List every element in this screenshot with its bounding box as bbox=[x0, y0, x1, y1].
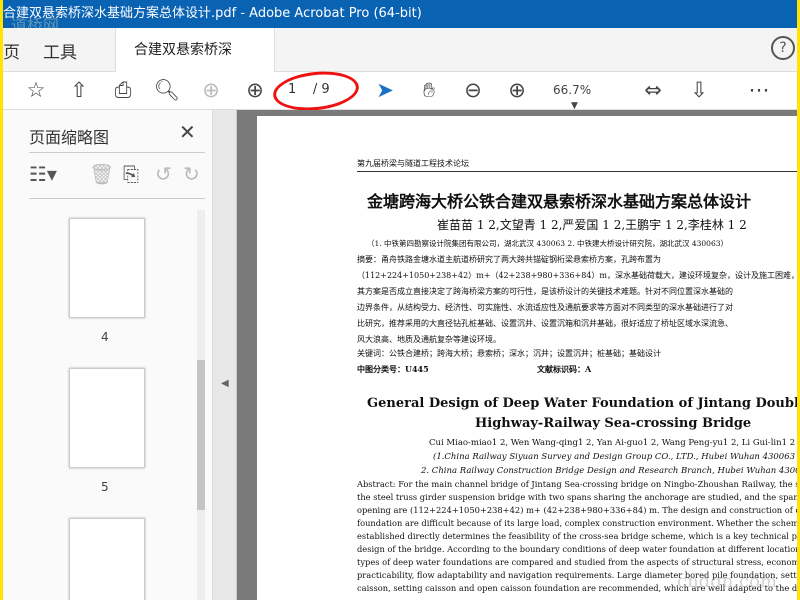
more-icon[interactable]: ⋯ bbox=[745, 78, 773, 102]
zoom-in-icon[interactable]: ⊕ bbox=[503, 78, 531, 102]
rotate-ccw-icon[interactable]: ↺ bbox=[155, 162, 172, 186]
zoom-out-icon[interactable]: ⊖ bbox=[459, 78, 487, 102]
abstract-line: established directly determines the feas… bbox=[357, 531, 797, 541]
abstract-line: types of deep water foundations are comp… bbox=[357, 557, 797, 567]
prev-page-icon[interactable]: ⊕ bbox=[197, 78, 225, 102]
title-en-line: Highway-Railway Sea-crossing Bridge bbox=[475, 416, 752, 431]
select-cursor-icon[interactable]: ➤ bbox=[371, 78, 399, 102]
clc-number: 中图分类号：U445 bbox=[357, 364, 429, 374]
toolbar: ☆ ⇧ ⎙ 🔍︎ ⊕ ⊕ 1 / 9 ➤ ✋︎ ⊖ ⊕ 66.7% ▼ ⇔ ⇩ … bbox=[3, 67, 797, 115]
star-icon[interactable]: ☆ bbox=[22, 78, 50, 102]
divider bbox=[29, 198, 205, 199]
page-thumbnail[interactable] bbox=[69, 518, 145, 600]
zoom-value: 66.7% bbox=[553, 83, 592, 97]
abstract-cn: 摘要：甬舟铁路金塘水道主航道桥研究了两大跨共锚碇钢桁梁悬索桥方案，孔跨布置为 （1… bbox=[357, 252, 797, 348]
divider bbox=[29, 152, 205, 153]
abstract-line: Abstract: For the main channel bridge of… bbox=[357, 479, 797, 489]
authors-cn: 崔苗苗 1 2,文望青 1 2,严爱国 1 2,王鹏宇 1 2,李桂林 1 2 bbox=[437, 218, 747, 232]
close-panel-icon[interactable]: ✕ bbox=[179, 120, 196, 144]
zoom-select[interactable]: 66.7% ▼ bbox=[553, 83, 613, 112]
affiliation-en: 2. China Railway Construction Bridge Des… bbox=[421, 466, 797, 476]
abstract-line: （112+224+1050+238+42）m+（42+238+980+336+8… bbox=[357, 271, 797, 280]
panel-scrollbar[interactable] bbox=[197, 210, 205, 600]
tab-tools[interactable]: 工具 bbox=[43, 38, 77, 63]
title-en-line: General Design of Deep Water Foundation … bbox=[367, 396, 797, 411]
pdf-page: 第九届桥梁与隧道工程技术论坛 金塘跨海大桥公铁合建双悬索桥深水基础方案总体设计 … bbox=[257, 116, 797, 600]
thumbnail-label: 4 bbox=[101, 330, 109, 344]
page-thumbnail[interactable] bbox=[69, 368, 145, 468]
abstract-line: 摘要：甬舟铁路金塘水道主航道桥研究了两大跨共锚碇钢桁梁悬索桥方案，孔跨布置为 bbox=[357, 255, 661, 264]
affiliation-cn: （1. 中铁第四勘察设计院集团有限公司，湖北武汉 430063 2. 中铁建大桥… bbox=[367, 239, 728, 248]
panel-title: 页面缩略图 bbox=[29, 128, 110, 147]
window-title: 合建双悬索桥深水基础方案总体设计.pdf - Adobe Acrobat Pro… bbox=[3, 6, 422, 21]
abstract-line: 其方案是否成立直接决定了跨海桥梁方案的可行性，是该桥设计的关键技术难题。针对不同… bbox=[357, 287, 733, 296]
upload-cloud-icon[interactable]: ⇧ bbox=[65, 78, 93, 102]
collapse-panel-handle[interactable]: ◀ bbox=[213, 110, 237, 600]
abstract-line: 风大浪高、地质及通航复杂等建设环境。 bbox=[357, 335, 501, 344]
abstract-line: foundation are difficult because of its … bbox=[357, 518, 797, 528]
acrobat-window: 合建双悬索桥深水基础方案总体设计.pdf - Adobe Acrobat Pro… bbox=[3, 0, 797, 600]
next-page-icon[interactable]: ⊕ bbox=[241, 78, 269, 102]
document-code: 文献标识码：A bbox=[537, 364, 592, 374]
print-icon[interactable]: ⎙ bbox=[109, 78, 137, 103]
running-header: 第九届桥梁与隧道工程技术论坛 bbox=[357, 158, 797, 172]
scrollbar-thumb[interactable] bbox=[197, 360, 205, 510]
title-bar: 合建双悬索桥深水基础方案总体设计.pdf - Adobe Acrobat Pro… bbox=[3, 0, 797, 28]
tab-document[interactable]: 合建双悬索桥深水...× bbox=[115, 28, 275, 102]
rotate-cw-icon[interactable]: ↻ bbox=[183, 162, 200, 186]
fit-page-icon[interactable]: ⇔ bbox=[639, 78, 667, 102]
insert-page-icon[interactable]: ⎘ bbox=[123, 162, 139, 186]
abstract-line: 比研究，推荐采用的大直径钻孔桩基础、设置沉井、设置沉箱和沉井基础，很好适应了桥址… bbox=[357, 319, 733, 328]
collapse-arrow-icon: ◀ bbox=[221, 378, 229, 389]
abstract-line: opening are (112+224+1050+238+42) m+ (42… bbox=[357, 505, 797, 515]
title-cn: 金塘跨海大桥公铁合建双悬索桥深水基础方案总体设计 bbox=[367, 192, 752, 211]
trash-icon[interactable]: 🗑︎ bbox=[89, 162, 114, 186]
options-menu-icon[interactable]: ☷▾ bbox=[29, 162, 57, 186]
abstract-line: design of the bridge. According to the b… bbox=[357, 544, 797, 554]
red-annotation-ellipse bbox=[271, 67, 361, 115]
abstract-line: 边界条件，从结构受力、经济性、可实施性、水流适应性及通航要求等方面对不同类型的深… bbox=[357, 303, 733, 312]
keywords-cn: 关键词：公铁合建桥；跨海大桥；悬索桥；深水；沉井；设置沉井；桩基础；基础设计 bbox=[357, 349, 661, 358]
hand-tool-icon[interactable]: ✋︎ bbox=[415, 78, 443, 103]
tab-home[interactable]: 页 bbox=[3, 38, 20, 63]
abstract-line: the steel truss girder suspension bridge… bbox=[357, 492, 797, 502]
watermark-text: cndqn.com bbox=[677, 571, 778, 592]
affiliation-en: (1.China Railway Siyuan Survey and Desig… bbox=[433, 452, 796, 462]
document-view: 第九届桥梁与隧道工程技术论坛 金塘跨海大桥公铁合建双悬索桥深水基础方案总体设计 … bbox=[237, 110, 797, 600]
thumbnails-panel: 页面缩略图 ✕ ☷▾ 🗑︎ ⎘ ↺ ↻ 4 5 bbox=[3, 110, 213, 600]
scroll-mode-icon[interactable]: ⇩ bbox=[685, 78, 713, 102]
thumbnail-label: 5 bbox=[101, 480, 109, 494]
page-thumbnail[interactable] bbox=[69, 218, 145, 318]
tab-bar: 页 工具 合建双悬索桥深水...× ? bbox=[3, 28, 797, 102]
help-icon[interactable]: ? bbox=[771, 36, 795, 60]
search-icon[interactable]: 🔍︎ bbox=[153, 78, 181, 103]
authors-en: Cui Miao-miao1 2, Wen Wang-qing1 2, Yan … bbox=[429, 438, 796, 448]
